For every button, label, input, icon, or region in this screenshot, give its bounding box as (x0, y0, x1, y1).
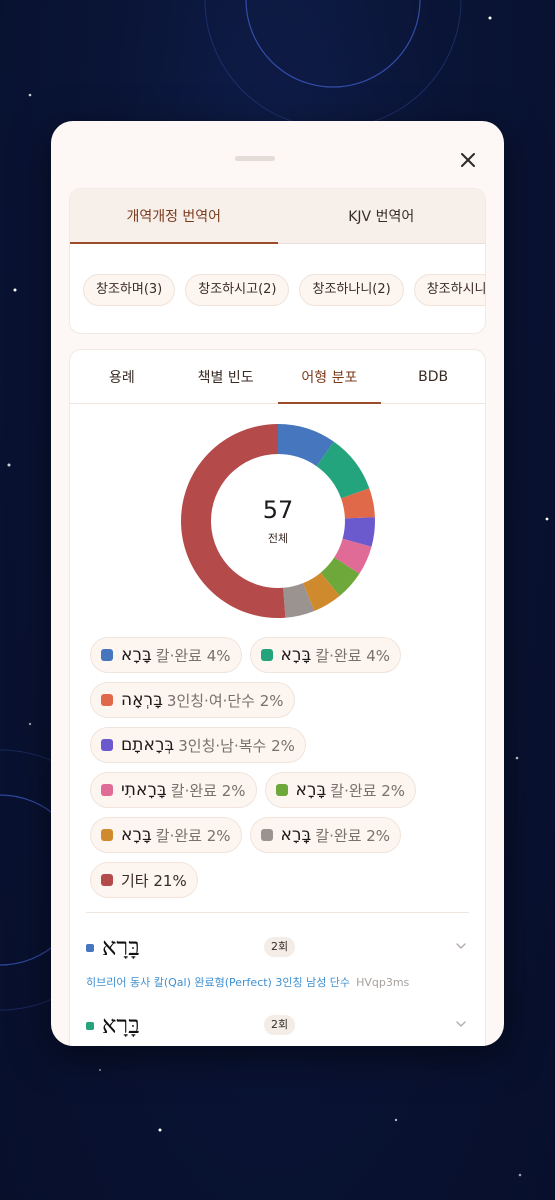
legend-label: 칼·완료 2% (170, 781, 246, 800)
legend-hebrew: בָּֽרָא (280, 825, 312, 845)
legend-swatch (101, 694, 113, 706)
chevron-down-icon (456, 1021, 466, 1027)
close-button[interactable] (455, 147, 481, 173)
legend-swatch (101, 739, 113, 751)
legend-hebrew: בָּרָא (295, 780, 327, 800)
divider (86, 912, 469, 913)
close-icon (461, 153, 475, 167)
legend-item[interactable]: בָּרְאָה 3인칭·여·단수 2% (90, 682, 295, 718)
legend-item[interactable]: בְּרָאתָם 3인칭·남·복수 2% (90, 727, 306, 763)
legend-item[interactable]: בָּֽרָא 칼·완료 2% (249, 817, 402, 853)
tab-form-distribution[interactable]: 어형 분포 (277, 350, 382, 404)
legend-swatch (101, 649, 113, 661)
legend-item[interactable]: בָּרָא 칼·완료 4% (249, 637, 402, 673)
legend-swatch (275, 784, 288, 796)
translation-chip[interactable]: 창조하며(3) (83, 274, 176, 306)
chevron-down-icon (456, 943, 466, 949)
form-color-dot (86, 1022, 94, 1030)
form-hebrew: בָּרָא (102, 1011, 140, 1039)
chart-legend: בָּרָא 칼·완료 4% בָּרָא 칼·완료 4% בָּרְאָה 3… (90, 637, 470, 907)
legend-hebrew: בָּרָא (121, 645, 152, 665)
legend-label: 칼·완료 2% (315, 826, 391, 845)
legend-swatch (260, 649, 273, 661)
form-parse-code: HVqp3ms (356, 976, 410, 989)
translation-chips: 창조하며(3) 창조하시고(2) 창조하나니(2) 창조하시니라 (70, 244, 485, 306)
form-list-item[interactable]: בָּרָא 2회 (86, 1008, 471, 1046)
donut-total: 57 (262, 496, 294, 524)
legend-swatch (101, 784, 113, 796)
tab-usage[interactable]: 용례 (70, 350, 174, 403)
drag-handle[interactable] (235, 156, 275, 161)
form-list-item[interactable]: בָּרָא 2회 히브리어 동사 칼(Qal) 완료형(Perfect) 3인… (86, 930, 471, 994)
lexicon-bottom-sheet: 개역개정 번역어 KJV 번역어 창조하며(3) 창조하시고(2) 창조하나니(… (51, 121, 504, 1046)
translation-chip[interactable]: 창조하시니라 (413, 274, 485, 306)
expand-button[interactable] (451, 1014, 471, 1034)
form-count-badge: 2회 (264, 1015, 296, 1035)
legend-hebrew: בָּרָא (121, 825, 152, 845)
form-count-badge: 2회 (264, 937, 296, 957)
translation-panel: 개역개정 번역어 KJV 번역어 창조하며(3) 창조하시고(2) 창조하나니(… (69, 188, 486, 334)
legend-label: 칼·완료 4% (155, 646, 231, 665)
legend-item[interactable]: בָּרָא 칼·완료 2% (264, 772, 417, 808)
legend-item[interactable]: בָּרָאתִי 칼·완료 2% (90, 772, 257, 808)
legend-item[interactable]: 기타 21% (90, 862, 198, 898)
tab-book-frequency[interactable]: 책별 빈도 (174, 350, 278, 403)
legend-hebrew: בָּרָאתִי (121, 780, 167, 800)
translation-chip[interactable]: 창조하나니(2) (299, 274, 404, 306)
legend-label: 3인칭·여·단수 2% (166, 691, 284, 710)
analysis-panel: 용례 책별 빈도 어형 분포 BDB 57 전체 בָּרָא 칼·완료 4% (69, 349, 486, 1046)
legend-swatch (260, 829, 273, 841)
expand-button[interactable] (451, 936, 471, 956)
tab-korean-revised[interactable]: 개역개정 번역어 (70, 189, 278, 244)
analysis-tabs: 용례 책별 빈도 어형 분포 BDB (70, 350, 485, 404)
legend-label: 3인칭·남·복수 2% (178, 736, 295, 755)
translation-tabs: 개역개정 번역어 KJV 번역어 (70, 189, 485, 244)
legend-hebrew: בָּרְאָה (121, 690, 163, 710)
legend-item[interactable]: בָּרָא 칼·완료 2% (90, 817, 242, 853)
legend-swatch (101, 829, 113, 841)
tab-bdb[interactable]: BDB (381, 350, 485, 403)
legend-label: 칼·완료 2% (155, 826, 231, 845)
form-hebrew: בָּרָא (102, 933, 140, 961)
form-donut-chart: 57 전체 (180, 423, 376, 619)
legend-swatch (101, 874, 113, 886)
legend-hebrew: בָּרָא (280, 645, 312, 665)
form-color-dot (86, 944, 94, 952)
tab-kjv[interactable]: KJV 번역어 (278, 189, 486, 243)
legend-hebrew: בְּרָאתָם (121, 735, 175, 755)
legend-label: 칼·완료 4% (315, 646, 391, 665)
legend-label: 기타 21% (121, 871, 187, 890)
donut-center: 57 전체 (180, 423, 376, 619)
legend-label: 칼·완료 2% (330, 781, 406, 800)
translation-chip[interactable]: 창조하시고(2) (185, 274, 290, 306)
legend-item[interactable]: בָּרָא 칼·완료 4% (90, 637, 242, 673)
donut-caption: 전체 (267, 532, 289, 545)
form-description: 히브리어 동사 칼(Qal) 완료형(Perfect) 3인칭 남성 단수 HVq… (86, 974, 409, 990)
form-parse-text: 히브리어 동사 칼(Qal) 완료형(Perfect) 3인칭 남성 단수 (86, 976, 351, 989)
